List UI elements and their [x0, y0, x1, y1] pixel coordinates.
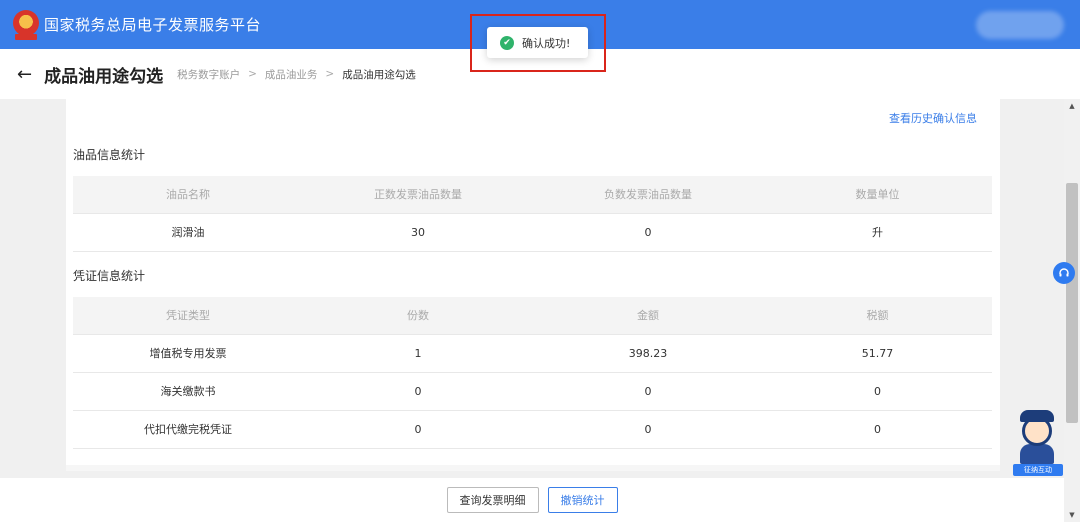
voucher-section-title: 凭证信息统计 [73, 269, 146, 283]
assistant-body [1020, 444, 1054, 464]
footer-action-bar: 查询发票明细 撤销统计 [0, 478, 1064, 522]
column-header: 税额 [763, 297, 992, 335]
table-row: 代扣代缴完税凭证 0 0 0 [73, 410, 992, 449]
page-title: 成品油用途勾选 [44, 66, 164, 87]
table-cell: 0 [303, 372, 533, 411]
breadcrumb-item-tax-account[interactable]: 税务数字账户 [177, 67, 240, 82]
tax-emblem-icon [13, 9, 39, 40]
headset-glyph [1059, 268, 1069, 277]
column-header: 份数 [303, 297, 533, 335]
app-title: 国家税务总局电子发票服务平台 [44, 16, 262, 34]
column-header: 金额 [533, 297, 763, 335]
breadcrumb: 税务数字账户 > 成品油业务 > 成品油用途勾选 [177, 67, 416, 82]
column-header: 正数发票油品数量 [303, 176, 533, 214]
table-cell: 0 [533, 410, 763, 449]
toast-highlight-box [470, 14, 606, 72]
card-bottom-strip [66, 465, 1000, 471]
table-row: 增值税专用发票 1 398.23 51.77 [73, 334, 992, 373]
table-cell: 升 [763, 213, 992, 252]
oil-stats-table: 油品名称 正数发票油品数量 负数发票油品数量 数量单位 润滑油 30 0 升 [73, 176, 992, 252]
table-cell: 51.77 [763, 334, 992, 373]
table-cell: 代扣代缴完税凭证 [73, 410, 303, 449]
breadcrumb-item-current: 成品油用途勾选 [342, 68, 416, 81]
table-cell: 0 [533, 213, 763, 252]
headset-icon[interactable] [1053, 262, 1075, 284]
table-header-row: 凭证类型 份数 金额 税额 [73, 297, 992, 335]
scroll-down-icon[interactable]: ▼ [1064, 508, 1080, 522]
table-cell: 0 [533, 372, 763, 411]
scroll-thumb[interactable] [1066, 183, 1078, 423]
table-cell: 增值税专用发票 [73, 334, 303, 373]
breadcrumb-item-oil-business[interactable]: 成品油业务 [265, 67, 318, 82]
table-cell: 润滑油 [73, 213, 303, 252]
column-header: 负数发票油品数量 [533, 176, 763, 214]
voucher-stats-table: 凭证类型 份数 金额 税额 增值税专用发票 1 398.23 51.77 海关缴… [73, 297, 992, 449]
back-arrow-icon[interactable]: ← [17, 64, 32, 85]
statistics-card: 查看历史确认信息 油品信息统计 油品名称 正数发票油品数量 负数发票油品数量 数… [66, 99, 1000, 471]
table-cell: 398.23 [533, 334, 763, 373]
query-invoice-details-button[interactable]: 查询发票明细 [446, 487, 539, 513]
table-header-row: 油品名称 正数发票油品数量 负数发票油品数量 数量单位 [73, 176, 992, 214]
breadcrumb-separator: > [325, 68, 335, 80]
view-history-link[interactable]: 查看历史确认信息 [889, 110, 977, 126]
table-cell: 1 [303, 334, 533, 373]
revoke-statistics-button[interactable]: 撤销统计 [547, 487, 618, 513]
column-header: 数量单位 [763, 176, 992, 214]
assistant-cap [1020, 410, 1054, 422]
column-header: 凭证类型 [73, 297, 303, 335]
table-cell: 0 [303, 410, 533, 449]
scroll-up-icon[interactable]: ▲ [1064, 99, 1080, 113]
oil-section-title: 油品信息统计 [73, 148, 146, 162]
table-row: 海关缴款书 0 0 0 [73, 372, 992, 411]
table-cell: 海关缴款书 [73, 372, 303, 411]
assistant-label: 征纳互动 [1013, 464, 1063, 476]
vertical-scrollbar[interactable]: ▲ ▼ [1064, 99, 1080, 522]
table-cell: 0 [763, 372, 992, 411]
table-cell: 30 [303, 213, 533, 252]
content-scroll-area[interactable]: 查看历史确认信息 油品信息统计 油品名称 正数发票油品数量 负数发票油品数量 数… [0, 99, 1064, 478]
assistant-avatar[interactable]: 征纳互动 [1012, 408, 1064, 476]
column-header: 油品名称 [73, 176, 303, 214]
user-account-chip[interactable] [976, 11, 1064, 39]
table-row: 润滑油 30 0 升 [73, 213, 992, 252]
table-cell: 0 [763, 410, 992, 449]
breadcrumb-separator: > [248, 68, 257, 80]
